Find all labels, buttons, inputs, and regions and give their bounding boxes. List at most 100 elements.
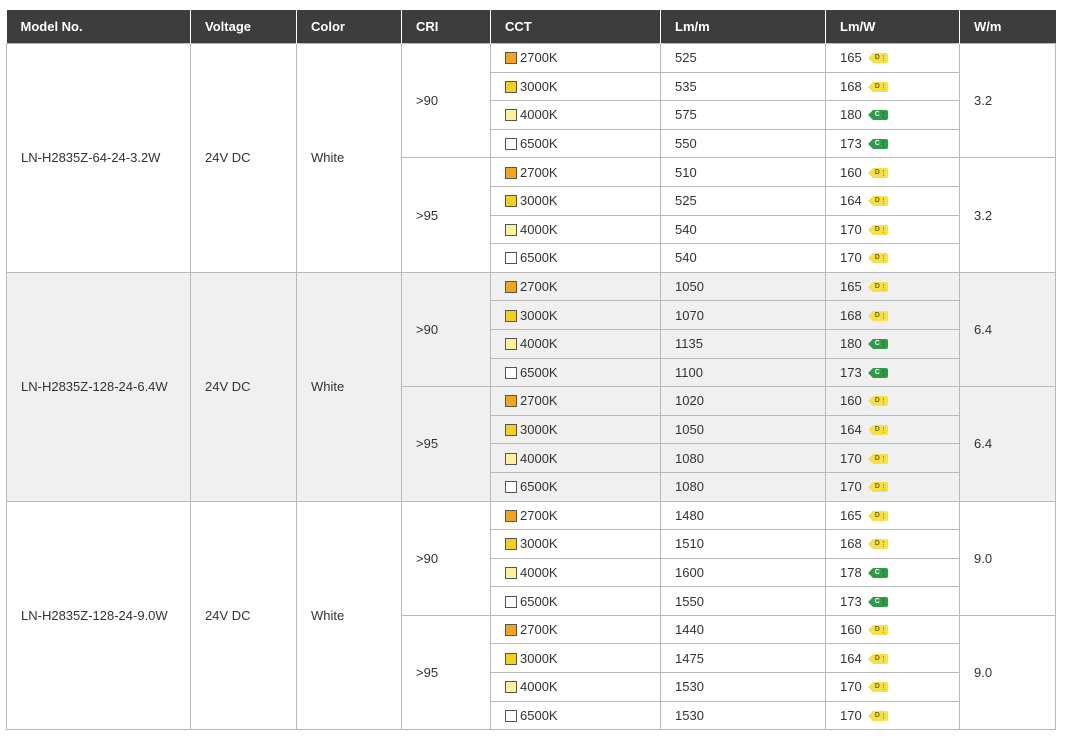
lm-per-m-cell: 510: [660, 157, 826, 187]
table-row: LN-H2835Z-128-24-9.0W 24V DC White >90 2700K…: [6, 500, 1056, 731]
color-swatch-icon: [505, 681, 517, 694]
lm-per-m-cell: 540: [660, 243, 826, 273]
lm-per-w-cell: 170 D: [825, 672, 960, 702]
model-no-cell: LN-H2835Z-64-24-3.2W: [6, 43, 191, 273]
energy-class-badge-icon: D: [867, 196, 888, 207]
cct-cell: 4000K: [490, 100, 661, 130]
color-cell: White: [296, 271, 402, 502]
cct-cell: 6500K: [490, 357, 661, 388]
model-group: LN-H2835Z-128-24-9.0W 24V DC White >90 2700K…: [6, 500, 1056, 731]
model-group: LN-H2835Z-64-24-3.2W 24V DC White >90 2700K 5…: [6, 42, 1056, 273]
lm-per-w-cell: 170 D: [825, 214, 960, 245]
energy-class-letter: C: [874, 568, 880, 576]
header-w-per-m: W/m: [959, 10, 1056, 44]
lm-per-w-cell: 180 C: [825, 328, 960, 359]
cct-value: 3000K: [520, 193, 558, 209]
lm-per-w-value: 170: [840, 479, 862, 495]
cct-value: 3000K: [520, 650, 558, 666]
lm-per-w-value: 164: [840, 422, 862, 438]
energy-class-letter: D: [874, 197, 880, 205]
lm-per-m-cell: 575: [660, 100, 826, 130]
header-lm-per-w: Lm/W: [825, 10, 960, 44]
cct-value: 2700K: [520, 507, 558, 523]
energy-class-badge-icon: C: [867, 567, 888, 578]
lm-per-w-value: 173: [840, 593, 862, 609]
table-row: LN-H2835Z-64-24-3.2W 24V DC White >90 2700K 5…: [6, 42, 1056, 273]
cct-cell: 4000K: [490, 328, 661, 359]
lm-per-w-value: 180: [840, 107, 862, 123]
lm-per-w-value: 165: [840, 279, 862, 295]
energy-class-badge-icon: D: [867, 396, 888, 407]
cri-cell: >90: [401, 500, 491, 616]
cct-cell: 3000K: [490, 643, 661, 674]
color-swatch-icon: [505, 652, 517, 665]
cct-value: 4000K: [520, 336, 558, 352]
lm-per-w-cell: 168 D: [825, 71, 960, 102]
energy-class-letter: D: [874, 426, 880, 434]
lm-per-w-value: 173: [840, 136, 862, 152]
lm-per-w-value: 165: [840, 507, 862, 523]
lm-per-m-cell: 1050: [660, 414, 826, 445]
lm-per-m-cell: 525: [660, 185, 826, 216]
cct-cell: 3000K: [490, 414, 661, 445]
w-per-m-cell: 9.0: [959, 500, 1056, 616]
cri-cell: >90: [401, 271, 491, 388]
lm-per-w-cell: 180 C: [825, 100, 960, 130]
cct-cell: 4000K: [490, 214, 661, 245]
lm-per-w-cell: 173 C: [825, 128, 960, 159]
lm-per-w-cell: 168 D: [825, 300, 960, 330]
voltage-cell: 24V DC: [190, 43, 297, 273]
color-swatch-icon: [505, 538, 517, 551]
header-model-no: Model No.: [6, 10, 191, 44]
energy-class-letter: C: [874, 140, 880, 148]
lm-per-w-value: 168: [840, 78, 862, 94]
cct-cell: 6500K: [490, 243, 661, 273]
cct-cell: 2700K: [490, 43, 661, 73]
cct-cell: 2700K: [490, 500, 661, 531]
color-swatch-icon: [505, 481, 517, 494]
voltage-cell: 24V DC: [190, 271, 297, 502]
color-swatch-icon: [505, 195, 517, 208]
lm-per-w-value: 165: [840, 50, 862, 66]
cct-cell: 4000K: [490, 557, 661, 588]
energy-class-badge-icon: D: [867, 482, 888, 493]
energy-class-badge-icon: D: [867, 453, 888, 464]
w-per-m-cell: 9.0: [959, 614, 1056, 731]
lm-per-m-cell: 1550: [660, 586, 826, 616]
lm-per-w-cell: 165 D: [825, 500, 960, 531]
color-swatch-icon: [505, 223, 517, 236]
cri-cell: >95: [401, 386, 491, 502]
model-group: LN-H2835Z-128-24-6.4W 24V DC White >90 2700K…: [6, 271, 1056, 502]
energy-class-letter: C: [874, 597, 880, 605]
cct-cell: 6500K: [490, 700, 661, 731]
cct-value: 2700K: [520, 393, 558, 409]
energy-class-badge-icon: D: [867, 282, 888, 293]
energy-class-letter: D: [874, 626, 880, 634]
energy-class-badge-icon: C: [867, 367, 888, 378]
lm-per-w-value: 178: [840, 564, 862, 580]
color-swatch-icon: [505, 281, 517, 294]
cct-value: 4000K: [520, 107, 558, 123]
cct-cell: 3000K: [490, 300, 661, 330]
energy-class-letter: D: [874, 311, 880, 319]
energy-class-badge-icon: D: [867, 682, 888, 693]
lm-per-w-cell: 170 D: [825, 700, 960, 731]
lm-per-w-cell: 170 D: [825, 243, 960, 273]
lm-per-w-value: 180: [840, 336, 862, 352]
energy-class-badge-icon: D: [867, 310, 888, 321]
cct-cell: 3000K: [490, 185, 661, 216]
color-cell: White: [296, 500, 402, 731]
lm-per-w-cell: 173 C: [825, 586, 960, 616]
energy-class-letter: D: [874, 168, 880, 176]
color-swatch-icon: [505, 338, 517, 351]
color-swatch-icon: [505, 509, 517, 522]
lm-per-m-cell: 1530: [660, 700, 826, 731]
energy-class-badge-icon: D: [867, 253, 888, 264]
cct-cell: 4000K: [490, 672, 661, 702]
lm-per-w-cell: 173 C: [825, 357, 960, 388]
lm-per-w-value: 160: [840, 622, 862, 638]
cct-cell: 3000K: [490, 71, 661, 102]
cct-cell: 2700K: [490, 386, 661, 416]
lm-per-m-cell: 1020: [660, 386, 826, 416]
header-lm-per-m: Lm/m: [660, 10, 826, 44]
